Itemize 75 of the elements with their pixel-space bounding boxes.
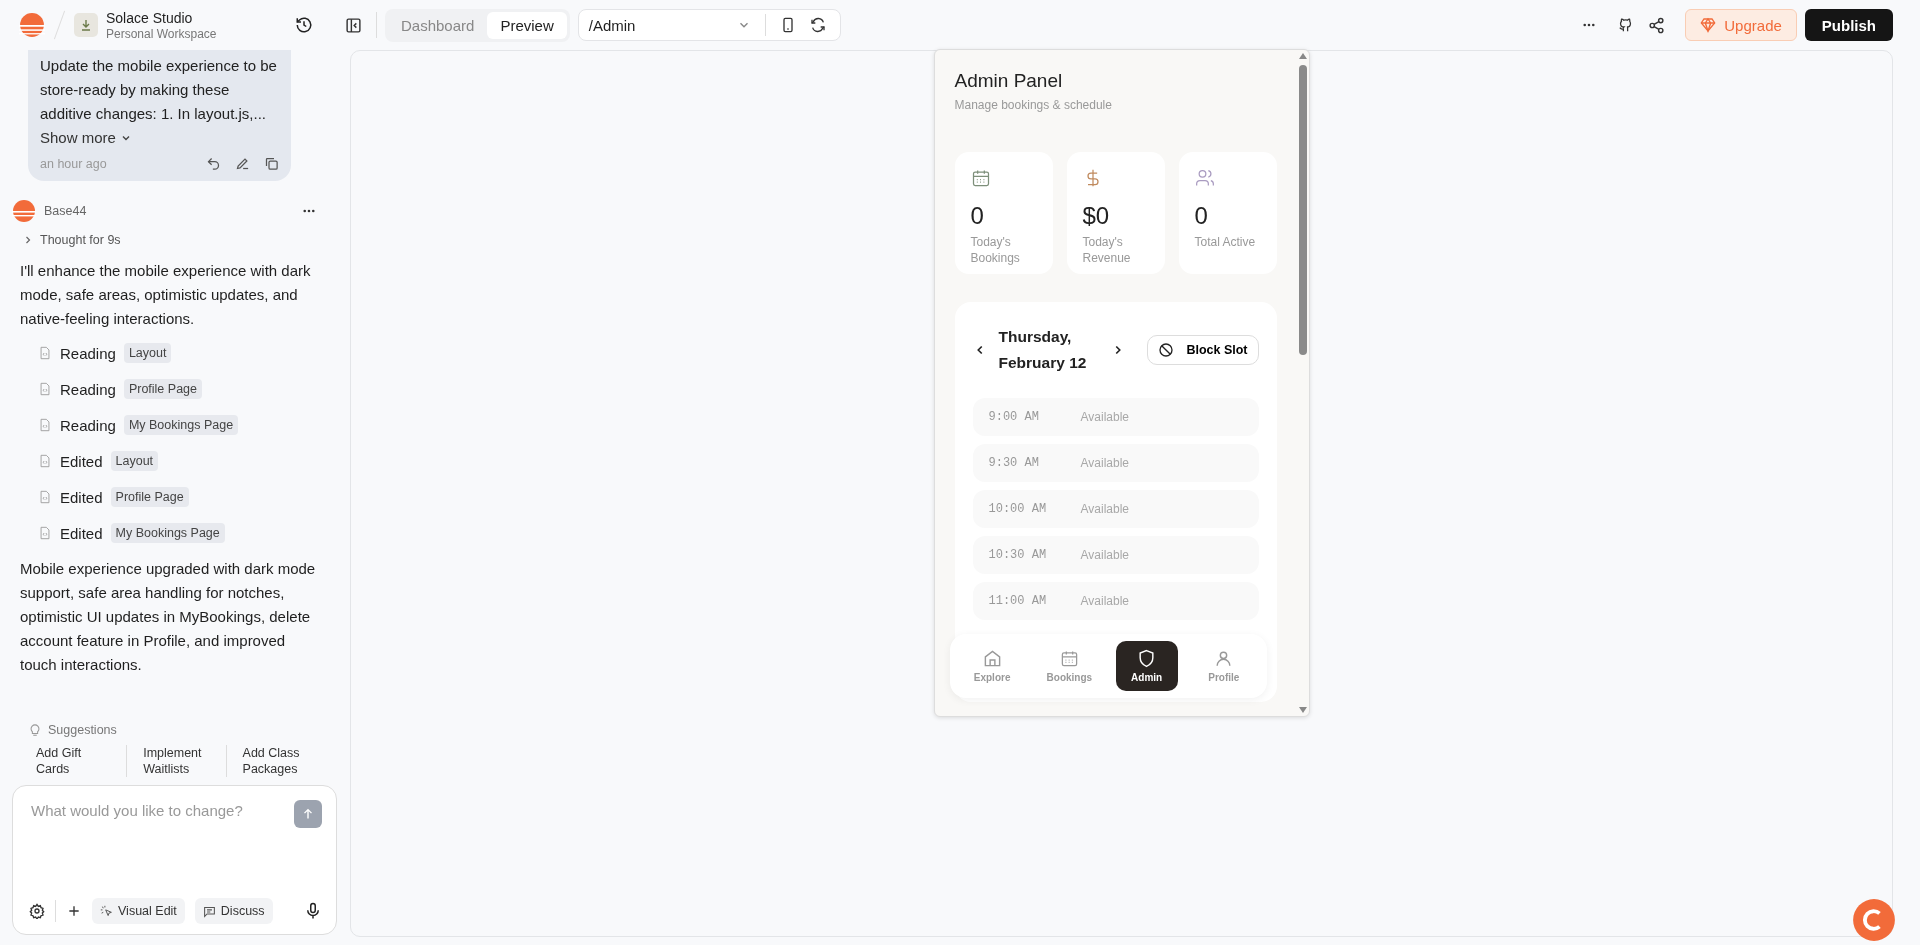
file-icon <box>38 490 52 504</box>
action-verb: Reading <box>60 416 116 434</box>
suggestion-chip[interactable]: Add Class Packages <box>225 745 325 777</box>
file-tag[interactable]: Profile Page <box>110 487 189 507</box>
thought-toggle[interactable]: Thought for 9s <box>22 233 121 247</box>
history-icon[interactable] <box>295 16 313 34</box>
publish-button[interactable]: Publish <box>1804 9 1893 41</box>
file-tag[interactable]: My Bookings Page <box>123 415 239 435</box>
app-subtitle: Manage bookings & schedule <box>954 98 1113 112</box>
action-verb: Reading <box>60 344 116 362</box>
action-verb: Edited <box>60 488 103 506</box>
stat-label: Total Active <box>1194 234 1257 250</box>
arrow-up-icon <box>301 807 315 821</box>
refresh-icon[interactable] <box>809 17 826 33</box>
workspace-name: Personal Workspace <box>106 26 218 41</box>
microphone-icon[interactable] <box>304 902 322 920</box>
file-tag[interactable]: Layout <box>110 451 159 471</box>
schedule-date: Thursday, February 12 <box>998 327 1088 373</box>
user-icon <box>1214 649 1234 668</box>
logo-icon[interactable] <box>19 12 45 38</box>
ban-icon <box>1158 342 1175 358</box>
pencil-icon[interactable] <box>235 156 250 171</box>
nav-tab[interactable]: Admin <box>1115 641 1178 691</box>
file-icon <box>38 346 52 360</box>
calendar-icon <box>970 168 991 188</box>
lightbulb-icon <box>28 723 42 737</box>
home-icon <box>982 649 1002 668</box>
assistant-message: I'll enhance the mobile experience with dark mode, safe areas, optimistic updates, and native-feeling interactions. <box>20 261 312 329</box>
more-icon[interactable] <box>303 209 315 213</box>
assistant-name: Base44 <box>44 204 88 218</box>
calendar-icon <box>1059 649 1079 668</box>
suggestion-chip[interactable]: Implement Waitlists <box>126 745 226 777</box>
undo-icon[interactable] <box>206 156 221 171</box>
sidebar-toggle-icon[interactable] <box>345 16 362 34</box>
action-verb: Edited <box>60 452 103 470</box>
cursor-icon <box>100 904 113 918</box>
file-icon <box>38 526 52 540</box>
file-tag[interactable]: Profile Page <box>123 379 202 399</box>
shield-icon <box>1137 649 1157 668</box>
more-icon[interactable] <box>1583 23 1596 27</box>
share-icon[interactable] <box>1648 16 1666 34</box>
project-name[interactable]: Solace Studio <box>106 9 287 27</box>
action-verb: Reading <box>60 380 116 398</box>
file-icon <box>38 454 52 468</box>
block-slot-button[interactable]: Block Slot <box>1147 335 1259 365</box>
stat-value: 0 <box>970 202 985 230</box>
users-icon <box>1194 168 1215 188</box>
diamond-icon <box>1700 17 1717 33</box>
message-time: an hour ago <box>40 156 108 171</box>
app-title: Admin Panel <box>954 70 1064 92</box>
copy-icon[interactable] <box>264 156 279 171</box>
avatar-icon <box>12 199 36 223</box>
action-verb: Edited <box>60 524 103 542</box>
view-tab[interactable]: Preview <box>487 11 567 39</box>
stat-label: Today's Revenue <box>1082 234 1132 266</box>
tool-button[interactable]: Discuss <box>194 898 273 924</box>
plus-icon[interactable] <box>66 903 82 919</box>
project-icon[interactable] <box>74 13 98 37</box>
suggestion-chip[interactable]: Add Gift Cards <box>28 745 127 777</box>
suggestions-label: Suggestions <box>48 723 117 737</box>
stat-value: $0 <box>1082 202 1111 230</box>
stat-label: Today's Bookings <box>970 234 1021 266</box>
file-tag[interactable]: Layout <box>123 343 172 363</box>
assistant-summary: Mobile experience upgraded with dark mode support, safe area handling for notches, optimistic UI updates in MyBookings, delete account feature in Profile, and improved touch interactions. <box>20 559 317 675</box>
chat-icon <box>202 904 216 918</box>
settings-icon[interactable] <box>29 903 45 919</box>
message-text: Update the mobile experience to be store-ready by making these additive changes: 1. In layout.js,... <box>40 56 278 124</box>
file-tag[interactable]: My Bookings Page <box>110 523 225 543</box>
stat-value: 0 <box>1194 202 1209 230</box>
file-icon <box>38 382 52 396</box>
prompt-box[interactable]: What would you like to change? Visual Edit Discuss <box>12 785 337 935</box>
show-more-button[interactable]: Show more <box>40 126 132 150</box>
tool-button[interactable]: Visual Edit <box>92 898 185 924</box>
prompt-input[interactable]: What would you like to change? <box>29 800 294 898</box>
file-icon <box>38 418 52 432</box>
